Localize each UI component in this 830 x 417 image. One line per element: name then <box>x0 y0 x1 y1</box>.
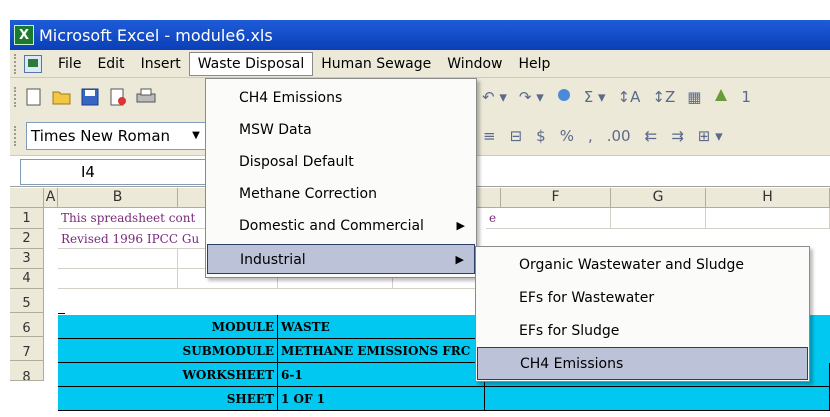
column-header[interactable]: B <box>58 188 178 208</box>
submenu-arrow-icon: ▶ <box>456 219 465 232</box>
toolbar-grip[interactable] <box>14 125 20 146</box>
print-icon[interactable] <box>135 86 157 108</box>
format-right-group: ≡ ⊟ $ % , .00 ⇇ ⇉ ⊞ ▾ <box>476 116 730 156</box>
currency-style-button[interactable]: $ <box>536 127 546 145</box>
menu-human-sewage[interactable]: Human Sewage <box>313 52 439 76</box>
menu-waste-disposal[interactable]: Waste Disposal <box>188 51 314 76</box>
cell-c7[interactable]: WORKSHEET <box>58 363 278 387</box>
cell-b1[interactable]: This spreadsheet cont <box>58 208 218 229</box>
permission-icon[interactable] <box>107 86 129 108</box>
borders-icon[interactable]: ⊞ ▾ <box>698 127 723 145</box>
cell-h1[interactable] <box>706 208 830 229</box>
font-name-select[interactable]: Times New Roman ▼ <box>26 121 206 150</box>
redo-icon[interactable]: ↷ ▾ <box>519 88 544 106</box>
toolbar-right-group: ↶ ▾ ↷ ▾ Σ ▾ ↕A ↕Z ▦ 1 <box>476 78 757 116</box>
row-header[interactable]: 4 <box>10 269 44 289</box>
increase-decimal-button[interactable]: .00 <box>607 127 631 145</box>
cell-e1[interactable]: e <box>486 208 501 229</box>
submenu-item-ch4-emissions[interactable]: CH4 Emissions <box>477 347 808 380</box>
menu-edit[interactable]: Edit <box>89 52 132 76</box>
cell-b3[interactable] <box>58 249 178 269</box>
cell-f1[interactable] <box>501 208 611 229</box>
hyperlink-icon[interactable] <box>556 87 572 107</box>
submenu-item-efs-wastewater[interactable]: EFs for Wastewater <box>477 282 808 315</box>
select-all-corner[interactable] <box>10 188 44 208</box>
percent-style-button[interactable]: % <box>560 127 574 145</box>
column-header[interactable]: F <box>501 188 611 208</box>
menu-window[interactable]: Window <box>439 52 510 76</box>
cell-d6[interactable]: METHANE EMISSIONS FRC <box>278 339 485 363</box>
menu-help[interactable]: Help <box>510 52 558 76</box>
new-document-icon[interactable] <box>23 86 45 108</box>
cell-c8[interactable]: SHEET <box>58 387 278 411</box>
row-header[interactable]: 5 <box>10 289 44 313</box>
menu-item-ch4-emissions[interactable]: CH4 Emissions <box>207 83 475 113</box>
row-header[interactable]: 6 <box>10 313 44 337</box>
menu-item-domestic-commercial[interactable]: Domestic and Commercial ▶ <box>207 211 475 241</box>
title-bar: X Microsoft Excel - module6.xls <box>10 20 830 50</box>
cell-d7[interactable]: 6-1 <box>278 363 485 387</box>
cell-c6[interactable]: SUBMODULE <box>58 339 278 363</box>
submenu-item-efs-sludge[interactable]: EFs for Sludge <box>477 315 808 348</box>
sort-ascending-icon[interactable]: ↕A <box>618 88 641 106</box>
row-header[interactable]: 7 <box>10 337 44 361</box>
submenu-arrow-icon: ▶ <box>455 253 464 266</box>
zoom-value[interactable]: 1 <box>741 88 751 106</box>
row-header[interactable]: 1 <box>10 208 44 229</box>
toolbar-grip[interactable] <box>14 53 20 74</box>
menu-item-industrial[interactable]: Industrial ▶ <box>207 244 475 274</box>
save-icon[interactable] <box>79 86 101 108</box>
column-header[interactable]: A <box>44 188 58 208</box>
cell-d5[interactable]: WASTE <box>278 315 485 339</box>
chart-wizard-icon[interactable]: ▦ <box>687 88 701 106</box>
font-name-value: Times New Roman <box>31 126 171 145</box>
column-header[interactable]: H <box>706 188 830 208</box>
undo-icon[interactable]: ↶ ▾ <box>482 88 507 106</box>
menu-item-disposal-default[interactable]: Disposal Default <box>207 147 475 177</box>
workbook-icon[interactable] <box>24 54 42 73</box>
row-header[interactable]: 3 <box>10 249 44 269</box>
comma-style-button[interactable]: , <box>588 127 593 145</box>
drawing-icon[interactable] <box>713 87 729 107</box>
menu-file[interactable]: File <box>50 52 89 76</box>
chevron-down-icon[interactable]: ▼ <box>187 130 205 141</box>
decrease-indent-icon[interactable]: ⇇ <box>645 127 658 145</box>
column-header[interactable]: G <box>611 188 706 208</box>
increase-indent-icon[interactable]: ⇉ <box>671 127 684 145</box>
menu-item-methane-correction[interactable]: Methane Correction <box>207 179 475 209</box>
sort-descending-icon[interactable]: ↕Z <box>652 88 675 106</box>
open-folder-icon[interactable] <box>51 86 73 108</box>
cell-d8[interactable]: 1 OF 1 <box>278 387 485 411</box>
row-header[interactable]: 8 <box>10 361 44 381</box>
align-right-icon[interactable]: ≡ <box>483 127 496 145</box>
cell-b2[interactable]: Revised 1996 IPCC Gu <box>58 229 218 249</box>
cell-g1[interactable] <box>611 208 706 229</box>
window-title: Microsoft Excel - module6.xls <box>39 25 273 45</box>
autosum-icon[interactable]: Σ ▾ <box>584 88 606 106</box>
cell-c5[interactable]: MODULE <box>58 315 278 339</box>
merge-center-icon[interactable]: ⊟ <box>510 127 523 145</box>
menu-insert[interactable]: Insert <box>133 52 189 76</box>
menu-item-msw-data[interactable]: MSW Data <box>207 115 475 145</box>
menu-bar: File Edit Insert Waste Disposal Human Se… <box>10 50 830 78</box>
cell-e8[interactable] <box>485 387 830 411</box>
excel-icon[interactable]: X <box>14 25 34 45</box>
name-box[interactable]: I4 <box>20 158 220 185</box>
row-header[interactable]: 2 <box>10 229 44 249</box>
industrial-submenu: Organic Wastewater and Sludge EFs for Wa… <box>475 246 810 382</box>
submenu-item-organic-wastewater[interactable]: Organic Wastewater and Sludge <box>477 249 808 282</box>
cell-b4[interactable] <box>58 269 178 289</box>
waste-disposal-menu: CH4 Emissions MSW Data Disposal Default … <box>205 78 477 278</box>
toolbar-grip[interactable] <box>14 87 20 107</box>
